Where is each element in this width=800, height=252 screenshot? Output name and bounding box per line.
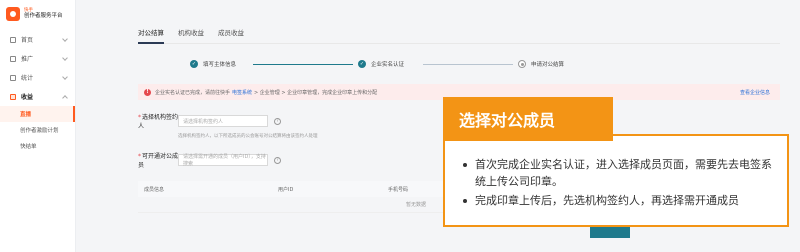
callout-bullet: 完成印章上传后，先选机构签约人，再选择需开通成员 [461,192,775,209]
income-icon [10,93,16,100]
sidebar-subitem-creator-incentive[interactable]: 创作者激励计划 [0,122,75,138]
step-apply-settlement: 申请对公结算 [518,60,564,68]
column-header: 成员信息 [144,186,165,193]
tab-member-income[interactable]: 成员收益 [218,27,244,43]
members-select[interactable]: 请选择需开通的成员（用户ID），支持搜索 [178,154,268,167]
callout-title-box: 选择对公成员 [443,97,613,141]
sidebar-nav: 首页 推广 统计 收益 直播 创作者激励计划 快结单 [0,30,75,154]
org-signer-select[interactable]: 请选择机构签约人 [178,115,268,127]
check-icon: ✓ [190,60,198,68]
step-connector [253,64,353,65]
step-connector [423,64,513,65]
sidebar-item-label: 推广 [21,56,34,63]
column-header: 用户ID [278,186,294,193]
step-label: 填写主体信息 [203,62,237,68]
sidebar-item-label: 收益 [21,94,34,101]
view-enterprise-info-link[interactable]: 查看企业信息 [740,89,770,96]
sidebar-item-home[interactable]: 首页 [0,30,75,49]
help-icon[interactable]: ? [274,117,281,125]
sidebar-item-income[interactable]: 收益 [0,87,75,106]
home-icon [10,36,16,43]
brand-logo[interactable]: 快手 创作者服务平台 [0,0,75,24]
kuaishou-logo-icon [6,7,20,21]
esign-system-link[interactable]: 电签系统 [232,89,252,96]
tab-org-income[interactable]: 机构收益 [178,27,204,43]
step-fill-info: ✓ 填写主体信息 [190,60,236,68]
platform-title: 创作者服务平台 [24,13,63,19]
check-icon: ✓ [358,60,366,68]
alert-text: 企业实名认证已完成，请前往快手 [155,89,231,96]
chevron-down-icon [62,74,68,80]
sidebar-item-stats[interactable]: 统计 [0,68,75,87]
help-icon[interactable]: ? [274,156,281,164]
sidebar-subitem-quick-order[interactable]: 快结单 [0,138,75,154]
sidebar: 快手 创作者服务平台 首页 推广 统计 收益 直播 创作者激励计划 快结单 [0,0,76,252]
promote-icon [10,55,16,62]
warning-icon: ! [144,88,151,96]
members-label: *可开通对公成员 [138,153,179,169]
callout-bullet: 首次完成企业实名认证，进入选择成员页面，需要先去电签系统上传公司印章。 [461,156,775,190]
tutorial-callout: 首次完成企业实名认证，进入选择成员页面，需要先去电签系统上传公司印章。 完成印章… [443,97,789,227]
chevron-down-icon [62,36,68,42]
tab-bar: 对公结算 机构收益 成员收益 [138,0,780,44]
callout-title: 选择对公成员 [459,111,556,130]
step-label: 申请对公结算 [531,62,565,68]
tab-corporate-settlement[interactable]: 对公结算 [138,27,164,44]
chevron-up-icon [62,95,68,101]
sidebar-subitem-live[interactable]: 直播 [0,106,75,122]
column-header: 手机号码 [388,186,409,193]
org-signer-label: *选择机构签约人 [138,114,179,130]
step-enterprise-verify: ✓ 企业实名认证 [358,60,404,68]
alert-text-path: > 企业管理 > 企业印章管理，完成企业印章上传和分配 [254,89,378,96]
stats-icon [10,74,16,81]
sidebar-item-label: 统计 [21,75,34,82]
chevron-down-icon [62,55,68,61]
step-label: 企业实名认证 [371,62,405,68]
callout-body: 首次完成企业实名认证，进入选择成员页面，需要先去电签系统上传公司印章。 完成印章… [443,134,789,227]
pending-dot-icon [518,60,526,68]
submit-button[interactable] [590,226,630,238]
progress-steps: ✓ 填写主体信息 ✓ 企业实名认证 申请对公结算 [138,50,780,84]
sidebar-item-label: 首页 [21,37,34,44]
sidebar-item-promote[interactable]: 推广 [0,49,75,68]
